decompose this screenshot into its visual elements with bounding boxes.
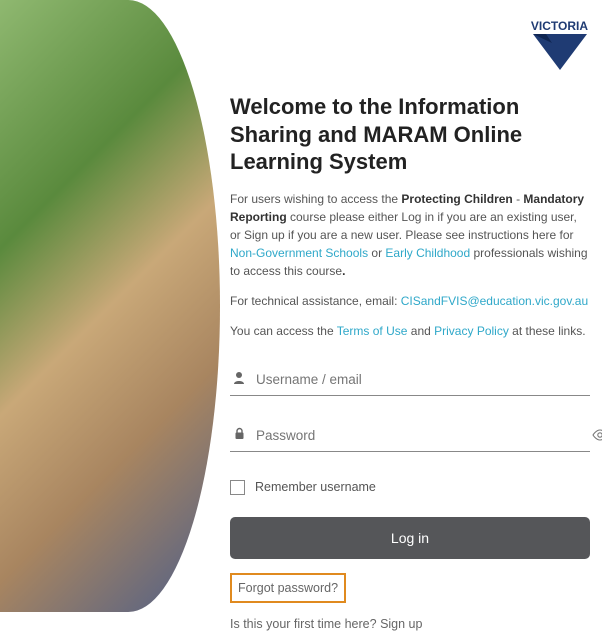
remember-checkbox[interactable] <box>230 480 245 495</box>
hero-image <box>0 0 220 612</box>
tech-text: For technical assistance, email: <box>230 294 401 308</box>
first-time-text: Is this your first time here? <box>230 617 380 631</box>
access-text: at these links. <box>509 324 586 338</box>
login-button[interactable]: Log in <box>230 517 590 559</box>
early-childhood-link[interactable]: Early Childhood <box>385 246 470 260</box>
password-input[interactable] <box>256 424 590 447</box>
logo-wrap: VICTORIA <box>230 18 590 73</box>
forgot-password-link[interactable]: Forgot password? <box>238 581 338 595</box>
password-field-wrap <box>230 424 590 452</box>
victoria-logo: VICTORIA <box>500 18 590 73</box>
remember-row: Remember username <box>230 480 590 495</box>
signup-link[interactable]: Sign up <box>380 617 422 631</box>
non-gov-schools-link[interactable]: Non-Government Schools <box>230 246 368 260</box>
lock-icon <box>230 427 248 443</box>
access-text: and <box>407 324 434 338</box>
intro-text: or <box>368 246 385 260</box>
remember-label: Remember username <box>255 480 376 494</box>
intro-text: For users wishing to access the <box>230 192 401 206</box>
intro-text: - <box>513 192 524 206</box>
terms-of-use-link[interactable]: Terms of Use <box>337 324 408 338</box>
first-time-row: Is this your first time here? Sign up <box>230 617 590 631</box>
login-panel: VICTORIA Welcome to the Information Shar… <box>230 0 590 631</box>
username-input[interactable] <box>256 368 590 391</box>
tech-email-link[interactable]: CISandFVIS@education.vic.gov.au <box>401 294 588 308</box>
eye-icon[interactable] <box>592 428 602 445</box>
intro-text: . <box>342 264 345 278</box>
tech-assist-paragraph: For technical assistance, email: CISandF… <box>230 292 590 310</box>
logo-text: VICTORIA <box>531 19 588 33</box>
username-field-wrap <box>230 368 590 396</box>
intro-paragraph: For users wishing to access the Protecti… <box>230 190 590 280</box>
user-icon <box>230 371 248 387</box>
access-paragraph: You can access the Terms of Use and Priv… <box>230 322 590 340</box>
intro-bold: Protecting Children <box>401 192 512 206</box>
forgot-highlight: Forgot password? <box>230 573 346 603</box>
privacy-policy-link[interactable]: Privacy Policy <box>434 324 509 338</box>
access-text: You can access the <box>230 324 337 338</box>
page-title: Welcome to the Information Sharing and M… <box>230 93 590 176</box>
